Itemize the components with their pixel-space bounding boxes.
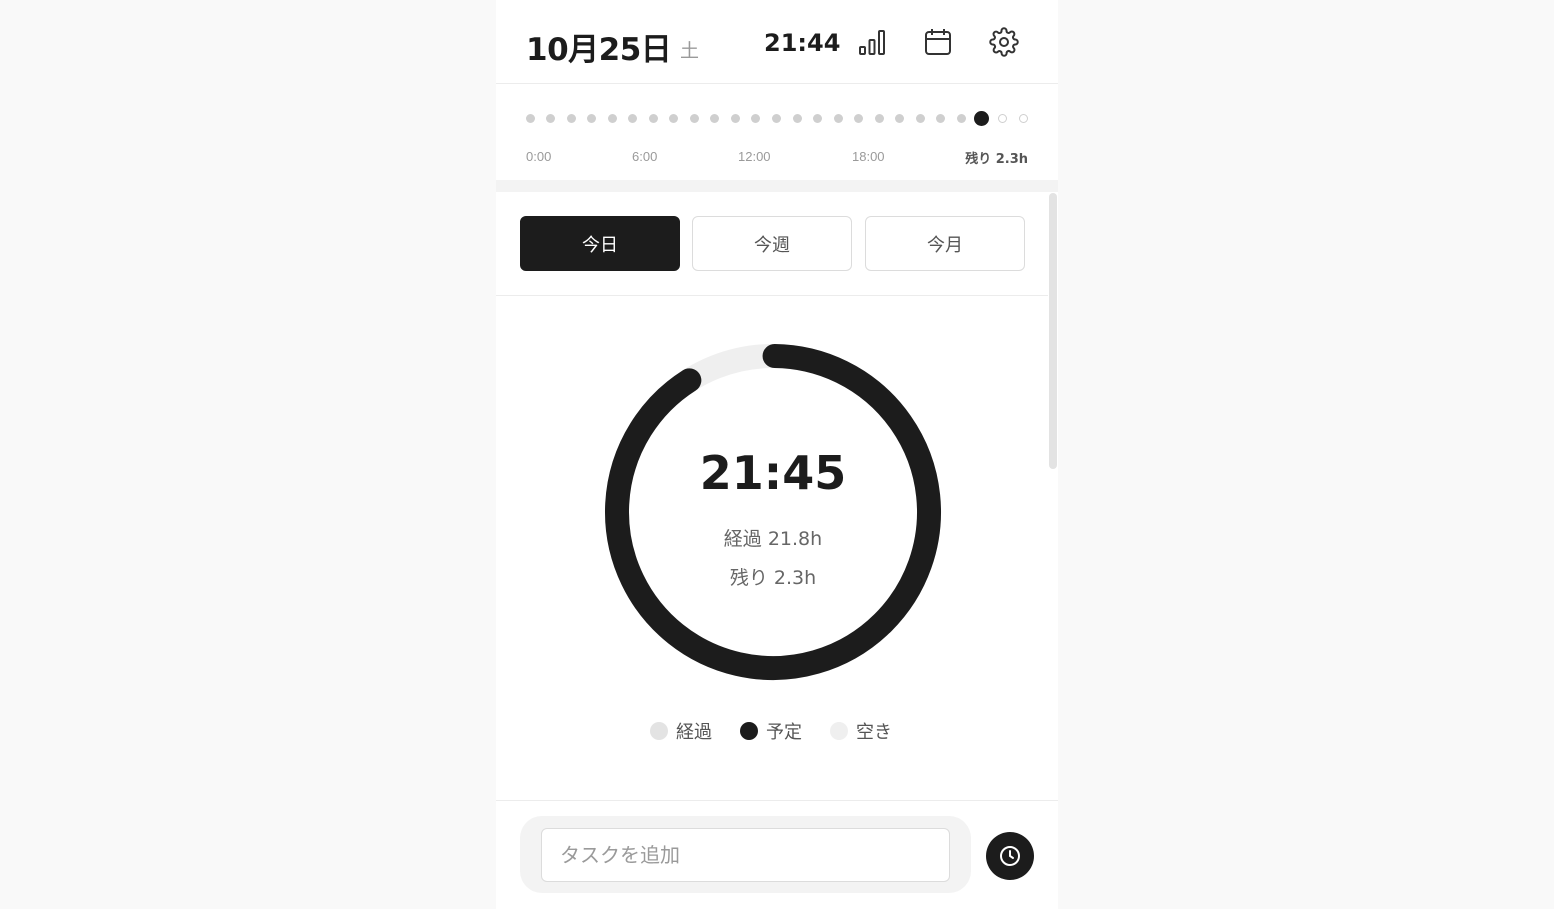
timeline-dot [710, 114, 720, 123]
legend-label: 予定 [766, 722, 802, 743]
legend-label: 経過 [676, 722, 712, 743]
timeline-dot [854, 114, 864, 123]
app-container: 10月25日 土 21:44 0:00 6:00 12:00 18:00 残り … [496, 0, 1058, 909]
timeline-dots [496, 84, 1058, 144]
timeline-tick: 0:00 [526, 149, 552, 164]
timeline-dot [956, 114, 966, 123]
divider [496, 800, 1058, 801]
legend-swatch [650, 722, 668, 740]
timeline-dot [792, 114, 802, 123]
timeline-tick: 6:00 [632, 149, 658, 164]
calendar-button[interactable] [920, 24, 956, 60]
timeline-dot [689, 114, 699, 123]
legend-swatch [830, 722, 848, 740]
timeline-dot [813, 114, 823, 123]
stats-button[interactable] [854, 24, 890, 60]
date-label: 10月25日 [526, 32, 672, 68]
timeline-dot [730, 114, 740, 123]
timeline-dot [751, 114, 761, 123]
chart-legend: 経過 予定 空き [496, 718, 1048, 746]
header: 10月25日 土 21:44 [496, 0, 1058, 84]
timeline-dot [915, 114, 925, 123]
timeline-tick: 18:00 [852, 149, 885, 164]
current-time: 21:44 [764, 29, 841, 57]
period-tabs: 今日 今週 今月 [520, 216, 1030, 271]
calendar-icon [925, 29, 951, 55]
timeline-dot [566, 114, 576, 123]
legend-label: 空き [856, 722, 892, 743]
donut-center: 21:45 経過 21.8h 残り 2.3h [603, 342, 943, 682]
time-button[interactable] [986, 832, 1034, 880]
timeline-dot [997, 114, 1007, 123]
legend-item-free: 空き [830, 718, 892, 744]
weekday-label: 土 [680, 40, 700, 62]
legend-item-scheduled: 予定 [740, 718, 802, 744]
timeline-tick: 12:00 [738, 149, 771, 164]
timeline-dot [607, 114, 617, 123]
timeline-dot [546, 114, 556, 123]
clock-icon [1000, 846, 1020, 866]
timeline-dot [525, 114, 535, 123]
task-input-container [520, 816, 971, 893]
timeline-dot [669, 114, 679, 123]
divider [496, 295, 1048, 296]
gear-icon [989, 27, 1019, 57]
section-separator [496, 180, 1058, 192]
timeline-dot [648, 114, 658, 123]
scrollbar[interactable] [1049, 193, 1057, 469]
tab-week[interactable]: 今週 [692, 216, 852, 271]
timeline-dot [772, 114, 781, 123]
tab-today[interactable]: 今日 [520, 216, 680, 271]
day-timeline: 0:00 6:00 12:00 18:00 残り 2.3h [496, 84, 1058, 180]
elapsed-hours: 経過 21.8h [723, 528, 823, 550]
task-input[interactable] [541, 828, 950, 882]
legend-swatch [740, 722, 758, 740]
timeline-dot [1018, 114, 1028, 123]
bar-chart-icon [859, 30, 885, 55]
remaining-hours: 残り 2.3h [729, 567, 817, 589]
donut-time: 21:45 [699, 446, 847, 500]
legend-item-elapsed: 経過 [650, 718, 712, 744]
day-donut-chart: 21:45 経過 21.8h 残り 2.3h [603, 342, 943, 682]
settings-button[interactable] [986, 24, 1022, 60]
timeline-dot [833, 114, 843, 123]
timeline-dot [628, 114, 638, 123]
timeline-dot [936, 114, 946, 123]
timeline-dot [587, 114, 597, 123]
timeline-dot [874, 114, 884, 123]
timeline-dot [895, 114, 905, 123]
timeline-remaining: 残り 2.3h [965, 152, 1028, 167]
timeline-current-dot [974, 111, 990, 126]
tab-month[interactable]: 今月 [865, 216, 1025, 271]
